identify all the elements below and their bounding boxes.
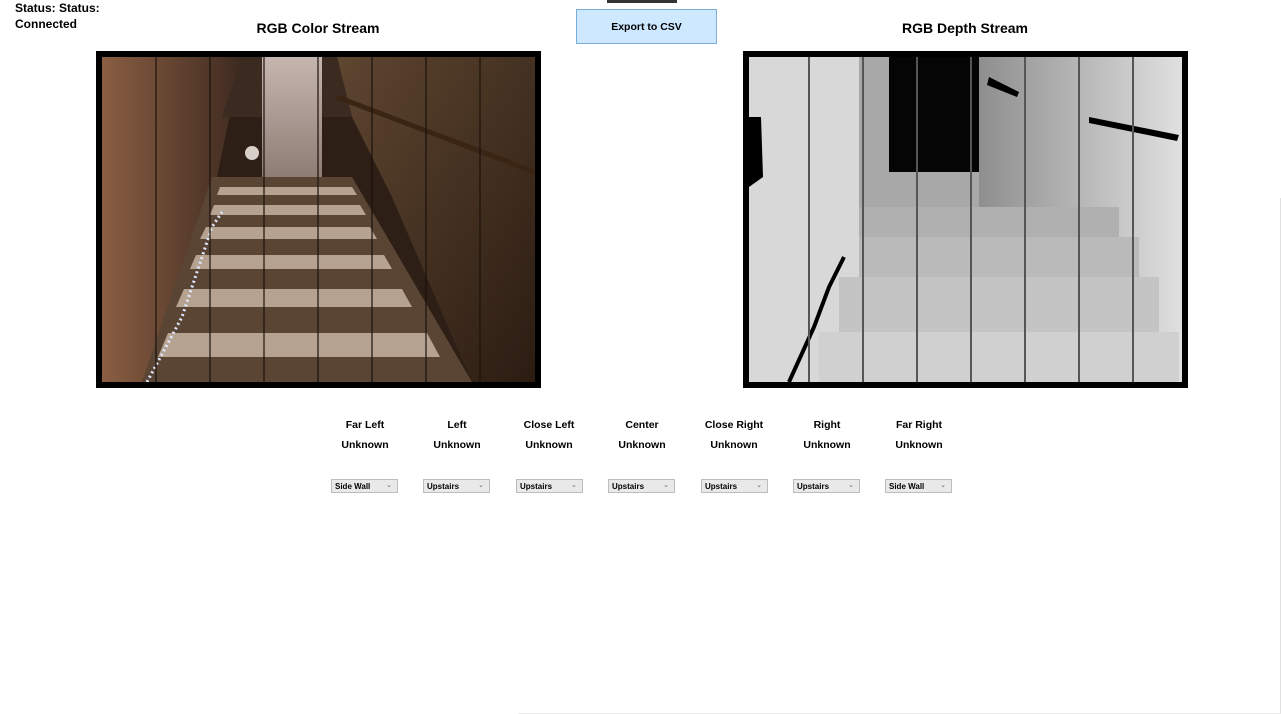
select-value: Side Wall: [889, 481, 925, 491]
select-value: Upstairs: [612, 481, 645, 491]
zone-state: Unknown: [433, 439, 481, 451]
zone-name: Close Right: [704, 419, 764, 431]
zone-state: Unknown: [618, 439, 666, 451]
zone-name: Left: [447, 419, 467, 431]
chevron-down-icon: ⌄: [756, 482, 762, 489]
chevron-down-icon: ⌄: [663, 482, 669, 489]
zone-close-left-select[interactable]: Upstairs ⌄: [516, 479, 583, 493]
zone-state: Unknown: [803, 439, 851, 451]
zone-close-left: Close Left Unknown: [503, 418, 595, 452]
zone-left: Left Unknown: [411, 418, 503, 452]
chevron-down-icon: ⌄: [386, 482, 392, 489]
zone-state: Unknown: [895, 439, 943, 451]
top-indicator: [607, 0, 677, 3]
zone-name: Far Left: [345, 419, 385, 431]
export-csv-button[interactable]: Export to CSV: [576, 9, 717, 44]
chevron-down-icon: ⌄: [848, 482, 854, 489]
zone-name: Center: [625, 419, 659, 431]
depth-stream-view: [743, 51, 1188, 388]
zone-state: Unknown: [710, 439, 758, 451]
zone-name: Right: [813, 419, 841, 431]
depth-stream-title: RGB Depth Stream: [901, 20, 1029, 36]
zone-state: Unknown: [341, 439, 389, 451]
connection-status: Status: Status: Connected: [15, 1, 100, 31]
chevron-down-icon: ⌄: [478, 482, 484, 489]
chevron-down-icon: ⌄: [571, 482, 577, 489]
select-value: Upstairs: [797, 481, 830, 491]
chevron-down-icon: ⌄: [940, 482, 946, 489]
zone-center-select[interactable]: Upstairs ⌄: [608, 479, 675, 493]
zone-name: Close Left: [523, 419, 575, 431]
select-value: Side Wall: [335, 481, 371, 491]
zone-far-right: Far Right Unknown: [873, 418, 965, 452]
zone-close-right-select[interactable]: Upstairs ⌄: [701, 479, 768, 493]
select-value: Upstairs: [705, 481, 738, 491]
zone-left-select[interactable]: Upstairs ⌄: [423, 479, 490, 493]
zone-right: Right Unknown: [781, 418, 873, 452]
zone-far-left: Far Left Unknown: [319, 418, 411, 452]
zone-far-left-select[interactable]: Side Wall ⌄: [331, 479, 398, 493]
color-stream-title: RGB Color Stream: [256, 20, 380, 36]
select-value: Upstairs: [427, 481, 460, 491]
select-value: Upstairs: [520, 481, 553, 491]
zone-close-right: Close Right Unknown: [688, 418, 780, 452]
zone-far-right-select[interactable]: Side Wall ⌄: [885, 479, 952, 493]
zone-state: Unknown: [525, 439, 573, 451]
zone-name: Far Right: [895, 419, 943, 431]
zone-right-select[interactable]: Upstairs ⌄: [793, 479, 860, 493]
color-stream-view: [96, 51, 541, 388]
zone-center: Center Unknown: [596, 418, 688, 452]
